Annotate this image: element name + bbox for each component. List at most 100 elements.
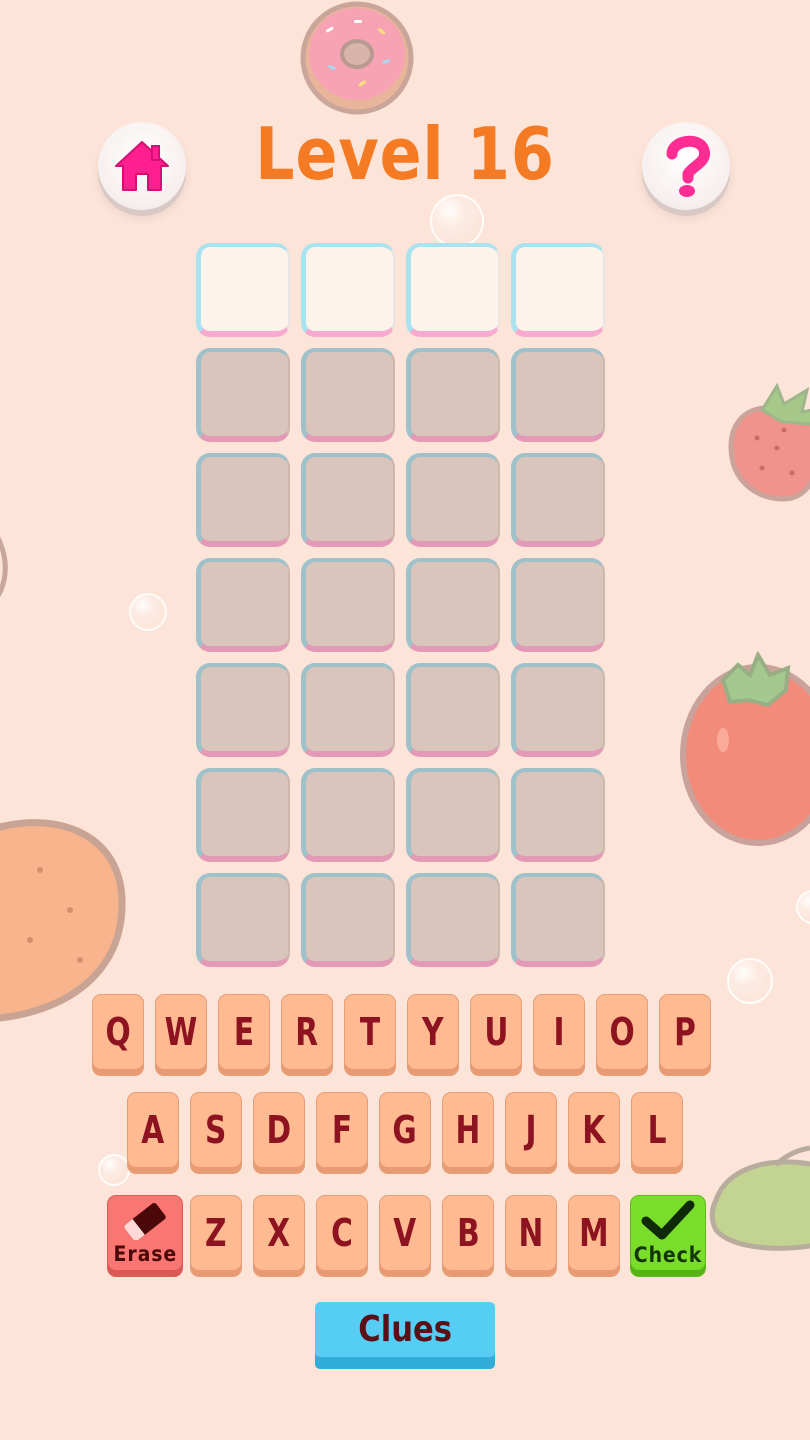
key-z[interactable]: Z: [190, 1195, 242, 1277]
key-w[interactable]: W: [155, 994, 207, 1076]
grid-cell: [301, 663, 395, 757]
key-r[interactable]: R: [281, 994, 333, 1076]
key-label: G: [392, 1108, 418, 1152]
key-label: V: [393, 1211, 417, 1255]
grid-cell: [406, 558, 500, 652]
key-label: N: [518, 1211, 544, 1255]
key-label: R: [295, 1010, 319, 1054]
potato-icon: [0, 819, 126, 1022]
clues-label: Clues: [358, 1309, 452, 1350]
bubble: [129, 593, 167, 631]
bubble: [727, 958, 773, 1004]
key-label: F: [331, 1108, 353, 1152]
key-label: P: [674, 1010, 696, 1054]
grid-cell: [511, 453, 605, 547]
home-icon: [115, 141, 169, 191]
home-button[interactable]: [98, 122, 186, 210]
clues-button[interactable]: Clues: [315, 1302, 495, 1369]
key-n[interactable]: N: [505, 1195, 557, 1277]
melon-icon: [709, 1145, 810, 1251]
key-m[interactable]: M: [568, 1195, 620, 1277]
key-label: J: [525, 1108, 537, 1152]
key-label: U: [483, 1010, 509, 1054]
key-u[interactable]: U: [470, 994, 522, 1076]
key-i[interactable]: I: [533, 994, 585, 1076]
grid-cell: [196, 558, 290, 652]
key-label: K: [582, 1108, 606, 1152]
grid-cell: [301, 873, 395, 967]
grid-cell[interactable]: [511, 243, 605, 337]
key-d[interactable]: D: [253, 1092, 305, 1174]
key-o[interactable]: O: [596, 994, 648, 1076]
key-q[interactable]: Q: [92, 994, 144, 1076]
key-label: A: [141, 1108, 165, 1152]
check-label: Check: [633, 1243, 703, 1267]
key-label: W: [164, 1010, 198, 1054]
grid-cell: [196, 768, 290, 862]
grid-cell: [301, 453, 395, 547]
grid-cell: [511, 558, 605, 652]
bubble: [796, 890, 810, 924]
game-screen: Level 16 Q W E R T Y U I O P A S D F G H J K L Z X C V B N M Erase…: [0, 0, 810, 1440]
question-mark-icon: [666, 135, 711, 197]
key-label: L: [647, 1108, 667, 1152]
key-b[interactable]: B: [442, 1195, 494, 1277]
key-label: Z: [205, 1211, 227, 1255]
tomato-icon: [680, 650, 810, 846]
grid-cell[interactable]: [406, 243, 500, 337]
key-p[interactable]: P: [659, 994, 711, 1076]
key-l[interactable]: L: [631, 1092, 683, 1174]
grid-cell: [511, 663, 605, 757]
erase-button[interactable]: Erase: [107, 1195, 183, 1277]
erase-label: Erase: [113, 1242, 177, 1266]
check-button[interactable]: Check: [630, 1195, 706, 1277]
key-k[interactable]: K: [568, 1092, 620, 1174]
bubble: [430, 194, 484, 248]
key-j[interactable]: J: [505, 1092, 557, 1174]
key-label: E: [233, 1010, 255, 1054]
key-label: C: [331, 1211, 353, 1255]
grid-cell[interactable]: [196, 243, 290, 337]
key-label: O: [609, 1010, 635, 1054]
grid-cell: [406, 873, 500, 967]
key-f[interactable]: F: [316, 1092, 368, 1174]
key-label: X: [267, 1211, 291, 1255]
pear-icon: [0, 536, 8, 598]
key-label: Y: [422, 1010, 444, 1054]
key-label: Q: [105, 1010, 131, 1054]
key-g[interactable]: G: [379, 1092, 431, 1174]
key-label: H: [455, 1108, 481, 1152]
donut-icon: [300, 1, 414, 115]
key-y[interactable]: Y: [407, 994, 459, 1076]
grid-cell: [406, 663, 500, 757]
key-e[interactable]: E: [218, 994, 270, 1076]
grid-cell: [511, 348, 605, 442]
key-v[interactable]: V: [379, 1195, 431, 1277]
grid-cell: [196, 453, 290, 547]
key-label: B: [456, 1211, 480, 1255]
strawberry-icon: [728, 382, 810, 502]
bubble: [98, 1154, 130, 1186]
key-x[interactable]: X: [253, 1195, 305, 1277]
help-button[interactable]: [642, 122, 730, 210]
key-label: S: [205, 1108, 227, 1152]
grid-cell: [301, 558, 395, 652]
grid-cell: [406, 453, 500, 547]
letter-grid: [196, 243, 606, 967]
key-h[interactable]: H: [442, 1092, 494, 1174]
eraser-icon: [124, 1203, 166, 1240]
key-a[interactable]: A: [127, 1092, 179, 1174]
key-label: T: [359, 1010, 381, 1054]
key-label: I: [553, 1010, 565, 1054]
grid-cell: [196, 663, 290, 757]
key-s[interactable]: S: [190, 1092, 242, 1174]
grid-cell: [511, 873, 605, 967]
grid-cell: [301, 348, 395, 442]
checkmark-icon: [641, 1200, 695, 1240]
grid-cell: [196, 348, 290, 442]
key-t[interactable]: T: [344, 994, 396, 1076]
key-c[interactable]: C: [316, 1195, 368, 1277]
level-title: Level 16: [255, 112, 555, 196]
grid-cell: [406, 348, 500, 442]
grid-cell[interactable]: [301, 243, 395, 337]
